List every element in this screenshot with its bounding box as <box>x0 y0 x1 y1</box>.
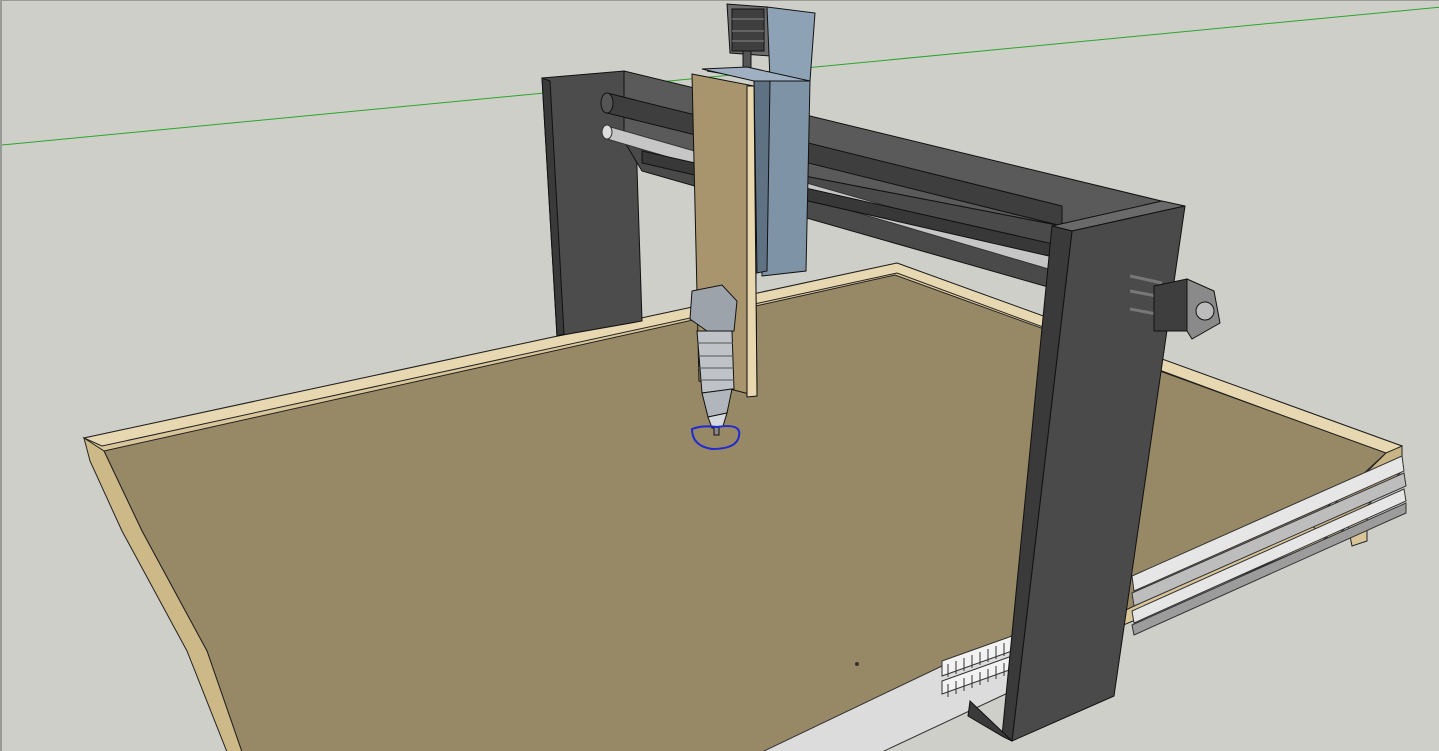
z-axis-stepper-motor[interactable] <box>726 3 771 72</box>
cnc-model-scene[interactable] <box>2 1 1439 751</box>
model-viewport[interactable] <box>0 0 1439 751</box>
bed-marker <box>855 662 859 666</box>
